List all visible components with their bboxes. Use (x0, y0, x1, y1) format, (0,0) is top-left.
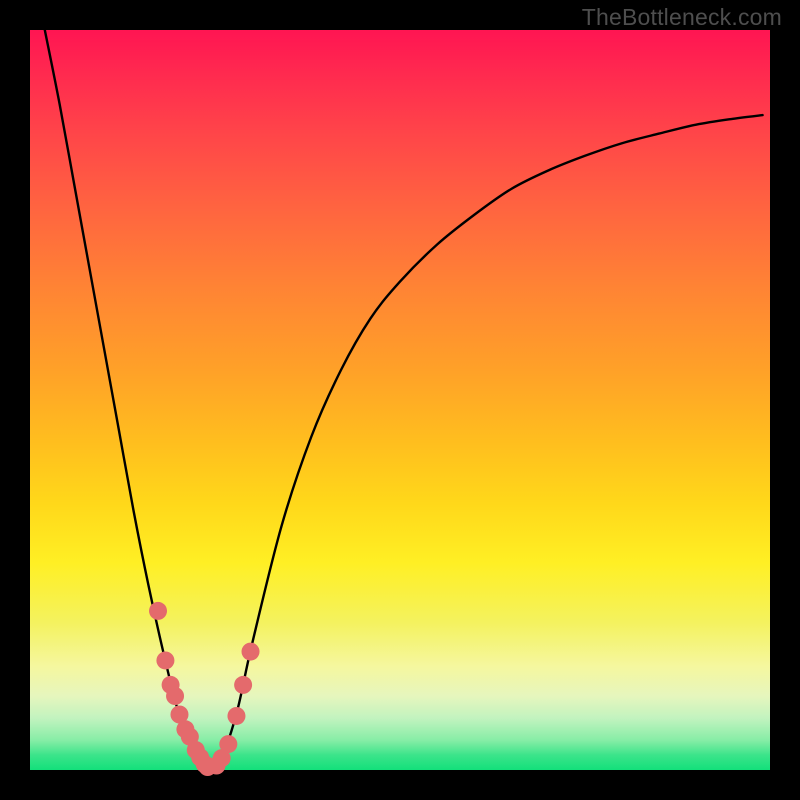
match-dot (156, 651, 174, 669)
chart-frame: TheBottleneck.com (0, 0, 800, 800)
match-dot (242, 643, 260, 661)
match-dot (234, 676, 252, 694)
bottleneck-curve (45, 30, 763, 770)
watermark-text: TheBottleneck.com (582, 4, 782, 31)
match-dot (149, 602, 167, 620)
match-dot (219, 735, 237, 753)
plot-area (30, 30, 770, 770)
match-dot (227, 707, 245, 725)
match-dot (166, 687, 184, 705)
chart-svg (30, 30, 770, 770)
match-dot-group (149, 602, 260, 776)
